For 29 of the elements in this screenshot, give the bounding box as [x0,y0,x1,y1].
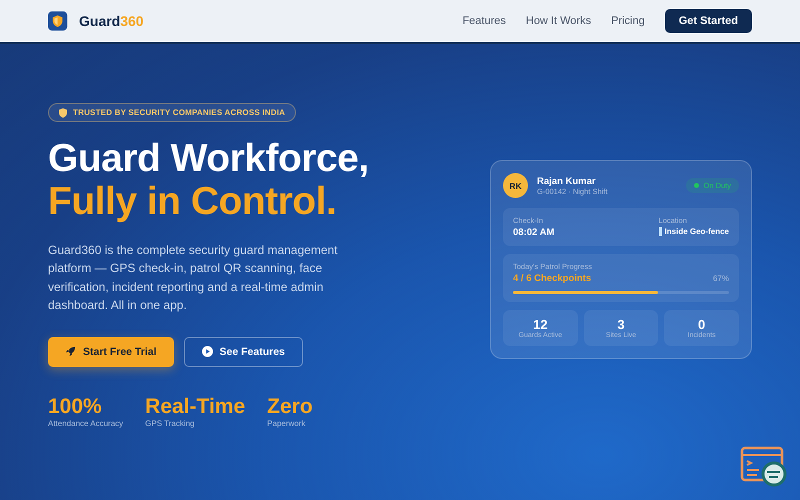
metric-value: 12 [533,317,548,332]
nav-link[interactable]: How It Works [526,15,592,27]
checkpoints-count: 4 / 6 Checkpoints [513,273,592,284]
stat-value: Zero [267,394,313,418]
badge-text: TRUSTED BY SECURITY COMPANIES ACROSS INDIA [73,108,286,117]
metric-value: 0 [698,317,706,332]
hero-title-highlight: Fully in Control. [48,180,338,222]
get-started-button[interactable]: Get Started [664,9,752,33]
stat-label: GPS Tracking [145,418,196,428]
check-in-time: 08:02 AM [513,227,554,238]
progress-percent: 67% [712,274,729,283]
location-value: Inside Geo-fence [664,227,729,236]
metric-value: 3 [617,317,625,332]
hero-title: Guard Workforce, [48,136,370,180]
stat-value: 100% [48,394,103,418]
nav-link[interactable]: Features [462,15,506,27]
start-free-trial-button[interactable]: Start Free Trial [48,336,174,366]
stat-value: Real-Time [145,394,246,418]
shield-icon [59,108,67,118]
avatar: RK [503,173,528,198]
rocket-icon [65,346,76,357]
guard-name: Rajan Kumar [537,176,597,186]
brand-name[interactable]: Guard360 [79,13,144,29]
stat-label: Attendance Accuracy [48,418,124,428]
stat-label: Paperwork [267,418,306,428]
see-features-button[interactable]: See Features [184,336,303,366]
nav-link[interactable]: Pricing [611,15,645,27]
hero-description: Guard360 is the complete security guard management platform — GPS check-in, patrol QR scanning, face verification, incident reporting and a real-time admin dashboard. All in one app. [48,242,338,314]
play-icon [202,346,213,357]
